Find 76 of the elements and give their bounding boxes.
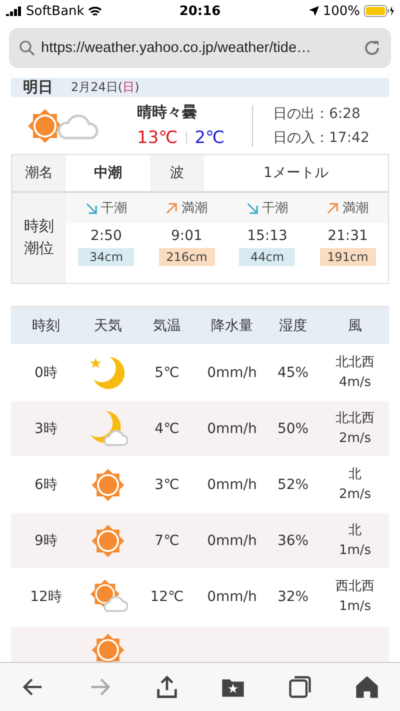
wind-speed: 4m/s (338, 374, 372, 392)
wind-direction: 北 (348, 522, 362, 540)
tide-time: 15:13 (247, 228, 288, 244)
hour-text: 0時 (34, 364, 58, 382)
header-cell: 潮名 (12, 155, 66, 191)
tide-type: 干潮 (262, 200, 288, 217)
humidity-text: 32% (277, 588, 309, 604)
signal-icon (6, 6, 22, 16)
carrier-name: SoftBank (26, 4, 84, 18)
tide-type: 満潮 (342, 200, 368, 217)
column-header: 湿度 (279, 316, 307, 334)
hour-text: 6時 (34, 476, 58, 494)
humidity-text: 45% (277, 364, 309, 380)
tide-time: 2:50 (90, 228, 122, 244)
wind-direction: 北北西 (336, 410, 374, 428)
precipitation-text: 0mm/h (207, 364, 257, 380)
hour-text: 3時 (34, 420, 58, 438)
header-cell: 波 (150, 155, 204, 191)
tabs-icon (286, 674, 313, 700)
wind-speed: 2m/s (338, 430, 372, 448)
precipitation-text: 0mm/h (207, 588, 257, 604)
wind-speed: 1m/s (338, 598, 372, 616)
column-header: 気温 (153, 316, 181, 334)
precipitation-text: 0mm/h (207, 476, 257, 492)
humidity-text: 52% (277, 476, 309, 492)
header-cell: 時刻 潮位 (12, 193, 66, 283)
tide-height: 191cm (320, 248, 376, 266)
moon-cloud-icon (88, 408, 128, 448)
arrow-down-right-icon (86, 202, 97, 214)
tide-height: 44cm (239, 248, 296, 266)
temperature-text: 5℃ (154, 364, 180, 380)
high-temperature: 13℃ (137, 128, 178, 148)
arrow-up-right-icon (327, 202, 338, 214)
wind-direction: 北北西 (336, 354, 374, 372)
arrow-up-right-icon (166, 202, 178, 214)
hour-text: 9時 (34, 532, 58, 550)
battery-percent: 100% (322, 4, 360, 18)
temperature-text: 12℃ (150, 588, 184, 604)
tide-time: 21:31 (328, 228, 368, 244)
arrow-down-right-icon (246, 202, 258, 214)
address-bar[interactable]: https://weather.yahoo.co.jp/weather/tide… (9, 28, 391, 68)
tide-type: 干潮 (100, 200, 127, 217)
wifi-icon (88, 6, 102, 16)
sunset-time: 日の入：17:42 (273, 128, 370, 146)
tide-height: 216cm (158, 248, 215, 266)
humidity-text: 36% (277, 532, 309, 548)
column-header: 天気 (94, 316, 122, 334)
day-label: 明日 (23, 78, 53, 97)
precipitation-text: 0mm/h (207, 532, 257, 548)
search-icon (19, 40, 35, 56)
precipitation-text: 0mm/h (207, 420, 257, 436)
temperature-text: 4℃ (154, 420, 180, 436)
low-temperature: 2℃ (194, 128, 225, 148)
reload-icon[interactable] (363, 39, 381, 57)
wind-speed: 1m/s (338, 542, 372, 560)
home-icon (354, 674, 380, 700)
wind-speed: 2m/s (338, 486, 372, 504)
temperature-text: 3℃ (154, 476, 180, 492)
temperature-text: 7℃ (154, 532, 180, 548)
column-header: 降水量 (211, 316, 253, 334)
sunrise-time: 日の出：6:28 (273, 104, 362, 122)
clock-time: 20:16 (179, 4, 221, 18)
weather-text: 晴時々曇 (137, 103, 198, 122)
column-header: 風 (348, 316, 362, 334)
humidity-text: 50% (277, 420, 309, 436)
date-text: 2月24日(日) (71, 79, 140, 96)
wind-direction: 北 (348, 466, 362, 484)
location-arrow-icon (308, 6, 319, 16)
url-text: https://weather.yahoo.co.jp/weather/tide… (41, 40, 312, 56)
tide-height: 34cm (78, 248, 134, 266)
wind-direction: 西北西 (336, 578, 374, 596)
tide-time: 9:01 (171, 228, 202, 244)
tide-type: 満潮 (181, 200, 208, 217)
column-header: 時刻 (32, 316, 60, 334)
hour-text: 12時 (30, 588, 62, 606)
battery-charging-icon (364, 5, 394, 17)
